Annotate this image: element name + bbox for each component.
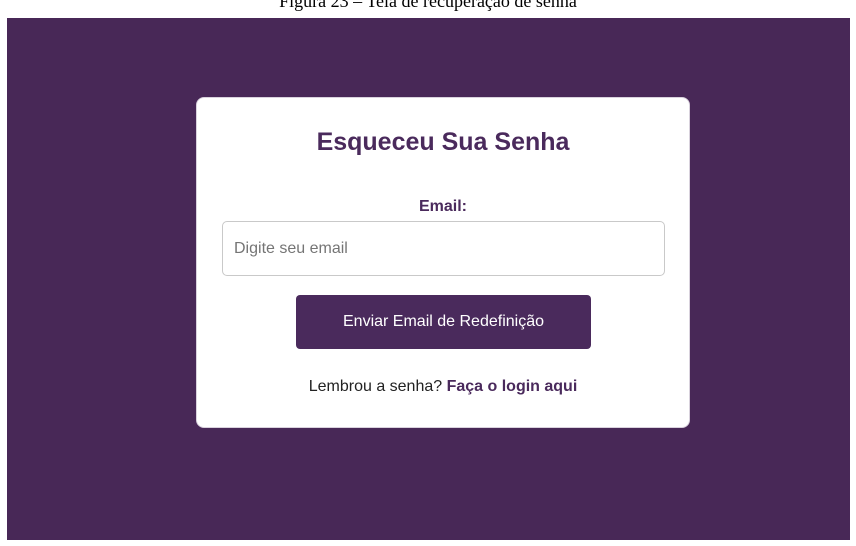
remember-password-text: Lembrou a senha?: [308, 378, 447, 395]
email-field[interactable]: [222, 221, 665, 276]
forgot-password-card: Esqueceu Sua Senha Email: Enviar Email d…: [196, 97, 690, 428]
figure-caption: Figura 23 – Tela de recuperação de senha: [0, 0, 856, 18]
send-reset-email-button[interactable]: Enviar Email de Redefinição: [296, 295, 591, 349]
login-prompt: Lembrou a senha? Faça o login aqui: [197, 378, 689, 396]
figure-caption-text: Figura 23 – Tela de recuperação de senha: [279, 0, 577, 11]
email-label: Email:: [418, 198, 467, 215]
login-link[interactable]: Faça o login aqui: [447, 378, 578, 395]
page-title: Esqueceu Sua Senha: [316, 128, 570, 156]
